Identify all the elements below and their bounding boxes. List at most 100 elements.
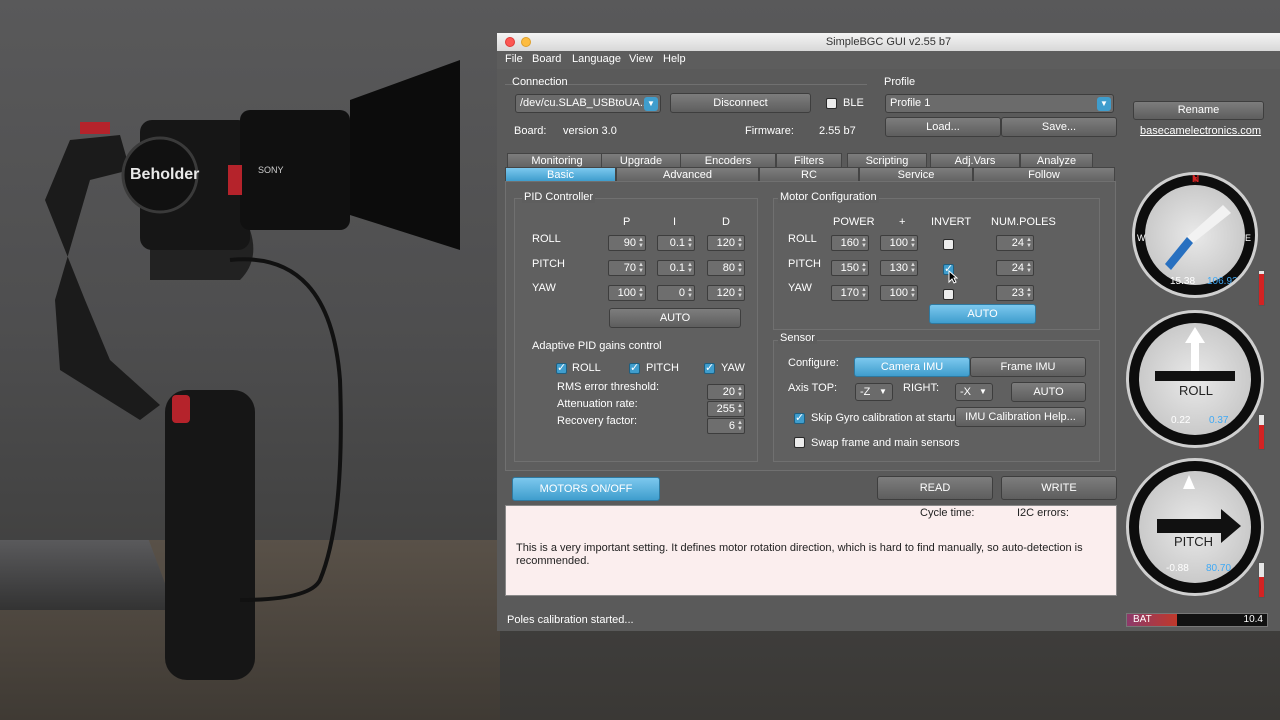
motor-yaw-power[interactable]: 170 ▲ ▼ [831, 285, 869, 301]
frame-imu-button[interactable]: Frame IMU [970, 357, 1086, 377]
spin-arrows-icon[interactable]: ▲ ▼ [910, 237, 916, 249]
spin-arrows-icon[interactable]: ▲ ▼ [737, 403, 743, 415]
adaptive-roll-checkbox[interactable] [556, 361, 567, 374]
pitch-label: PITCH [1174, 534, 1213, 549]
rms-threshold-input[interactable]: 20 ▲ ▼ [707, 384, 745, 400]
motor-roll-plus[interactable]: 100 ▲ ▼ [880, 235, 918, 251]
tab-rc[interactable]: RC [759, 167, 859, 181]
motor-yaw-plus[interactable]: 100 ▲ ▼ [880, 285, 918, 301]
motor-roll-poles[interactable]: 24 ▲ ▼ [996, 235, 1034, 251]
pid-roll-p-value: 90 [623, 237, 636, 249]
imu-calibration-help-button[interactable]: IMU Calibration Help... [955, 407, 1086, 427]
spin-arrows-icon[interactable]: ▲ ▼ [737, 386, 743, 398]
pid-roll-p[interactable]: 90 ▲ ▼ [608, 235, 646, 251]
pid-yaw-i[interactable]: 0 ▲ ▼ [657, 285, 695, 301]
spin-arrows-icon[interactable]: ▲ ▼ [687, 287, 693, 299]
close-window-icon[interactable] [505, 37, 515, 47]
tab-monitoring[interactable]: Monitoring [507, 153, 607, 167]
pid-roll-d[interactable]: 120 ▲ ▼ [707, 235, 745, 251]
load-profile-button[interactable]: Load... [885, 117, 1001, 137]
port-select[interactable]: /dev/cu.SLAB_USBtoUA... ▼ [515, 94, 661, 113]
motor-pitch-power[interactable]: 150 ▲ ▼ [831, 260, 869, 276]
title-bar: SimpleBGC GUI v2.55 b7 [497, 33, 1280, 51]
tab-advanced[interactable]: Advanced [616, 167, 759, 181]
spin-arrows-icon[interactable]: ▲ ▼ [861, 287, 867, 299]
spin-arrows-icon[interactable]: ▲ ▼ [861, 237, 867, 249]
motor-roll-power[interactable]: 160 ▲ ▼ [831, 235, 869, 251]
spin-arrows-icon[interactable]: ▲ ▼ [737, 420, 743, 432]
spin-arrows-icon[interactable]: ▲ ▼ [1026, 287, 1032, 299]
skip-gyro-checkbox[interactable] [794, 411, 805, 424]
compass-w: W [1137, 233, 1146, 243]
pitch-left-value: -0.88 [1166, 563, 1189, 574]
read-button[interactable]: READ [877, 476, 993, 500]
right-axis-select[interactable]: -X ▼ [955, 383, 993, 401]
spin-arrows-icon[interactable]: ▲ ▼ [737, 287, 743, 299]
pid-col-i: I [673, 216, 677, 228]
spin-arrows-icon[interactable]: ▲ ▼ [737, 237, 743, 249]
firmware-label: Firmware: [745, 125, 794, 137]
motor-roll-invert-checkbox[interactable] [943, 239, 954, 250]
pid-pitch-p[interactable]: 70 ▲ ▼ [608, 260, 646, 276]
menu-view[interactable]: View [629, 53, 653, 65]
spin-arrows-icon[interactable]: ▲ ▼ [687, 262, 693, 274]
spin-arrows-icon[interactable]: ▲ ▼ [638, 262, 644, 274]
ble-checkbox[interactable] [826, 98, 837, 109]
board-label: Board: [514, 125, 547, 137]
attenuation-input[interactable]: 255 ▲ ▼ [707, 401, 745, 417]
profile-select[interactable]: Profile 1 ▼ [885, 94, 1114, 113]
tab-basic[interactable]: Basic [505, 167, 616, 181]
pid-yaw-d[interactable]: 120 ▲ ▼ [707, 285, 745, 301]
spin-arrows-icon[interactable]: ▲ ▼ [638, 287, 644, 299]
tab-analyze[interactable]: Analyze [1020, 153, 1093, 167]
spin-arrows-icon[interactable]: ▲ ▼ [687, 237, 693, 249]
menu-board[interactable]: Board [532, 53, 561, 65]
motor-auto-button[interactable]: AUTO [929, 304, 1036, 324]
menu-help[interactable]: Help [663, 53, 686, 65]
disconnect-button[interactable]: Disconnect [670, 93, 811, 113]
spin-arrows-icon[interactable]: ▲ ▼ [737, 262, 743, 274]
tab-encoders[interactable]: Encoders [680, 153, 776, 167]
pid-pitch-d[interactable]: 80 ▲ ▼ [707, 260, 745, 276]
adaptive-pid-heading: Adaptive PID gains control [532, 340, 662, 352]
menu-file[interactable]: File [505, 53, 523, 65]
spin-arrows-icon[interactable]: ▲ ▼ [1026, 262, 1032, 274]
pid-pitch-i[interactable]: 0.1 ▲ ▼ [657, 260, 695, 276]
tab-follow[interactable]: Follow [973, 167, 1115, 181]
tab-adj-vars[interactable]: Adj.Vars [930, 153, 1020, 167]
sensor-auto-button[interactable]: AUTO [1011, 382, 1086, 402]
swap-sensors-checkbox[interactable] [794, 437, 805, 448]
spin-arrows-icon[interactable]: ▲ ▼ [1026, 237, 1032, 249]
save-profile-button[interactable]: Save... [1001, 117, 1117, 137]
minimize-window-icon[interactable] [521, 37, 531, 47]
tab-upgrade[interactable]: Upgrade [601, 153, 681, 167]
motor-yaw-invert-checkbox[interactable] [943, 289, 954, 300]
write-button[interactable]: WRITE [1001, 476, 1117, 500]
menu-bar: File Board Language View Help [497, 51, 1280, 69]
roll-arrow-icon [1155, 327, 1235, 381]
battery-value: 10.4 [1243, 614, 1263, 625]
camera-imu-button[interactable]: Camera IMU [854, 357, 970, 377]
pid-yaw-p[interactable]: 100 ▲ ▼ [608, 285, 646, 301]
motor-pitch-poles[interactable]: 24 ▲ ▼ [996, 260, 1034, 276]
motor-pitch-plus[interactable]: 130 ▲ ▼ [880, 260, 918, 276]
adaptive-yaw-checkbox[interactable] [704, 361, 715, 374]
menu-language[interactable]: Language [572, 53, 621, 65]
rms-threshold-label: RMS error threshold: [557, 381, 660, 393]
pid-auto-button[interactable]: AUTO [609, 308, 741, 328]
website-link[interactable]: basecamelectronics.com [1140, 125, 1261, 137]
motors-toggle-button[interactable]: MOTORS ON/OFF [512, 477, 660, 501]
tab-scripting[interactable]: Scripting [847, 153, 927, 167]
tab-service[interactable]: Service [859, 167, 973, 181]
adaptive-pitch-checkbox[interactable] [629, 361, 640, 374]
spin-arrows-icon[interactable]: ▲ ▼ [910, 287, 916, 299]
axis-top-select[interactable]: -Z ▼ [855, 383, 893, 401]
spin-arrows-icon[interactable]: ▲ ▼ [638, 237, 644, 249]
pid-roll-i[interactable]: 0.1 ▲ ▼ [657, 235, 695, 251]
tab-filters[interactable]: Filters [776, 153, 842, 167]
spin-arrows-icon[interactable]: ▲ ▼ [861, 262, 867, 274]
motor-yaw-poles[interactable]: 23 ▲ ▼ [996, 285, 1034, 301]
rename-profile-button[interactable]: Rename [1133, 101, 1264, 120]
recovery-input[interactable]: 6 ▲ ▼ [707, 418, 745, 434]
spin-arrows-icon[interactable]: ▲ ▼ [910, 262, 916, 274]
